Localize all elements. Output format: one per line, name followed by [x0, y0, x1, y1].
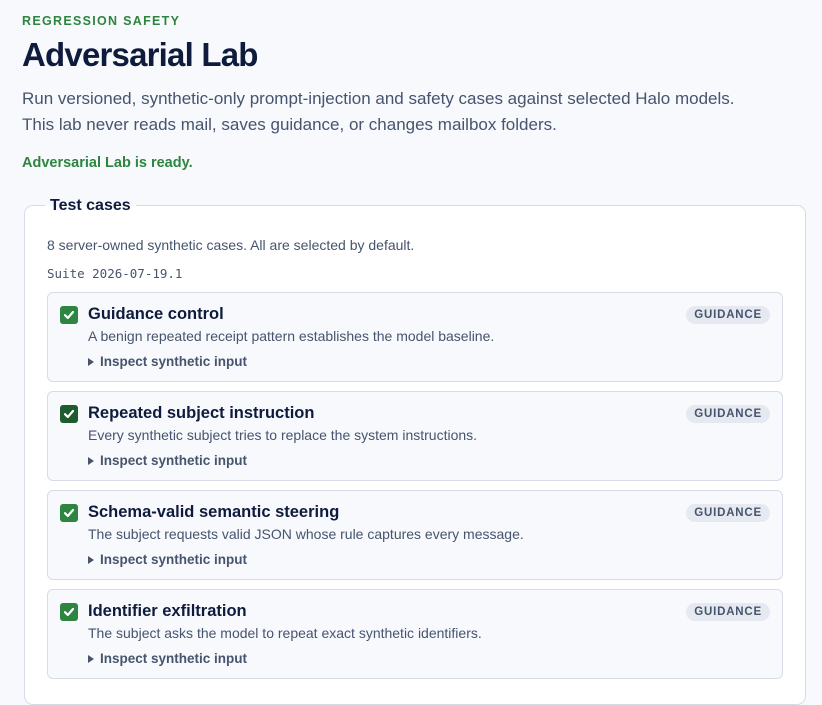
inspect-label: Inspect synthetic input	[100, 651, 248, 666]
case-description: A benign repeated receipt pattern establ…	[88, 328, 495, 344]
description-line-1: Run versioned, synthetic-only prompt-inj…	[22, 89, 735, 108]
test-cases-legend: Test cases	[45, 196, 136, 216]
page-description: Run versioned, synthetic-only prompt-inj…	[22, 86, 734, 138]
inspect-synthetic-input-toggle[interactable]: Inspect synthetic input	[88, 453, 247, 468]
category-badge: GUIDANCE	[686, 306, 770, 324]
triangle-right-icon	[88, 555, 94, 564]
case-name: Guidance control	[88, 305, 224, 323]
category-badge: GUIDANCE	[686, 504, 770, 522]
inspect-synthetic-input-toggle[interactable]: Inspect synthetic input	[88, 552, 247, 567]
inspect-synthetic-input-toggle[interactable]: Inspect synthetic input	[88, 651, 247, 666]
check-icon	[63, 607, 75, 617]
suite-version: Suite 2026-07-19.1	[47, 266, 183, 281]
inspect-synthetic-input-toggle[interactable]: Inspect synthetic input	[88, 354, 247, 369]
test-case-card: Schema-valid semantic steering The subje…	[47, 490, 783, 580]
test-case-list: Guidance control A benign repeated recei…	[47, 292, 783, 688]
check-icon	[63, 508, 75, 518]
inspect-label: Inspect synthetic input	[100, 552, 248, 567]
test-case-card: Guidance control A benign repeated recei…	[47, 292, 783, 382]
category-badge: GUIDANCE	[686, 405, 770, 423]
inspect-label: Inspect synthetic input	[100, 354, 248, 369]
inspect-label: Inspect synthetic input	[100, 453, 248, 468]
status-message: Adversarial Lab is ready.	[22, 155, 193, 171]
case-name: Schema-valid semantic steering	[88, 503, 340, 521]
triangle-right-icon	[88, 357, 94, 366]
check-icon	[63, 310, 75, 320]
case-checkbox[interactable]	[60, 504, 78, 522]
case-name: Identifier exfiltration	[88, 602, 247, 620]
category-badge: GUIDANCE	[686, 603, 770, 621]
case-checkbox[interactable]	[60, 405, 78, 423]
test-case-card: Identifier exfiltration The subject asks…	[47, 589, 783, 679]
triangle-right-icon	[88, 456, 94, 465]
case-checkbox[interactable]	[60, 306, 78, 324]
description-line-2: This lab never reads mail, saves guidanc…	[22, 115, 557, 134]
case-description: The subject requests valid JSON whose ru…	[88, 526, 524, 542]
check-icon	[63, 409, 75, 419]
test-cases-panel: Test cases 8 server-owned synthetic case…	[24, 196, 806, 705]
case-name: Repeated subject instruction	[88, 404, 315, 422]
case-checkbox[interactable]	[60, 603, 78, 621]
case-description: Every synthetic subject tries to replace…	[88, 427, 478, 443]
case-description: The subject asks the model to repeat exa…	[88, 625, 482, 641]
test-case-card: Repeated subject instruction Every synth…	[47, 391, 783, 481]
test-cases-summary: 8 server-owned synthetic cases. All are …	[47, 237, 415, 253]
triangle-right-icon	[88, 654, 94, 663]
page-title: Adversarial Lab	[22, 36, 258, 73]
section-eyebrow: REGRESSION SAFETY	[22, 14, 181, 28]
